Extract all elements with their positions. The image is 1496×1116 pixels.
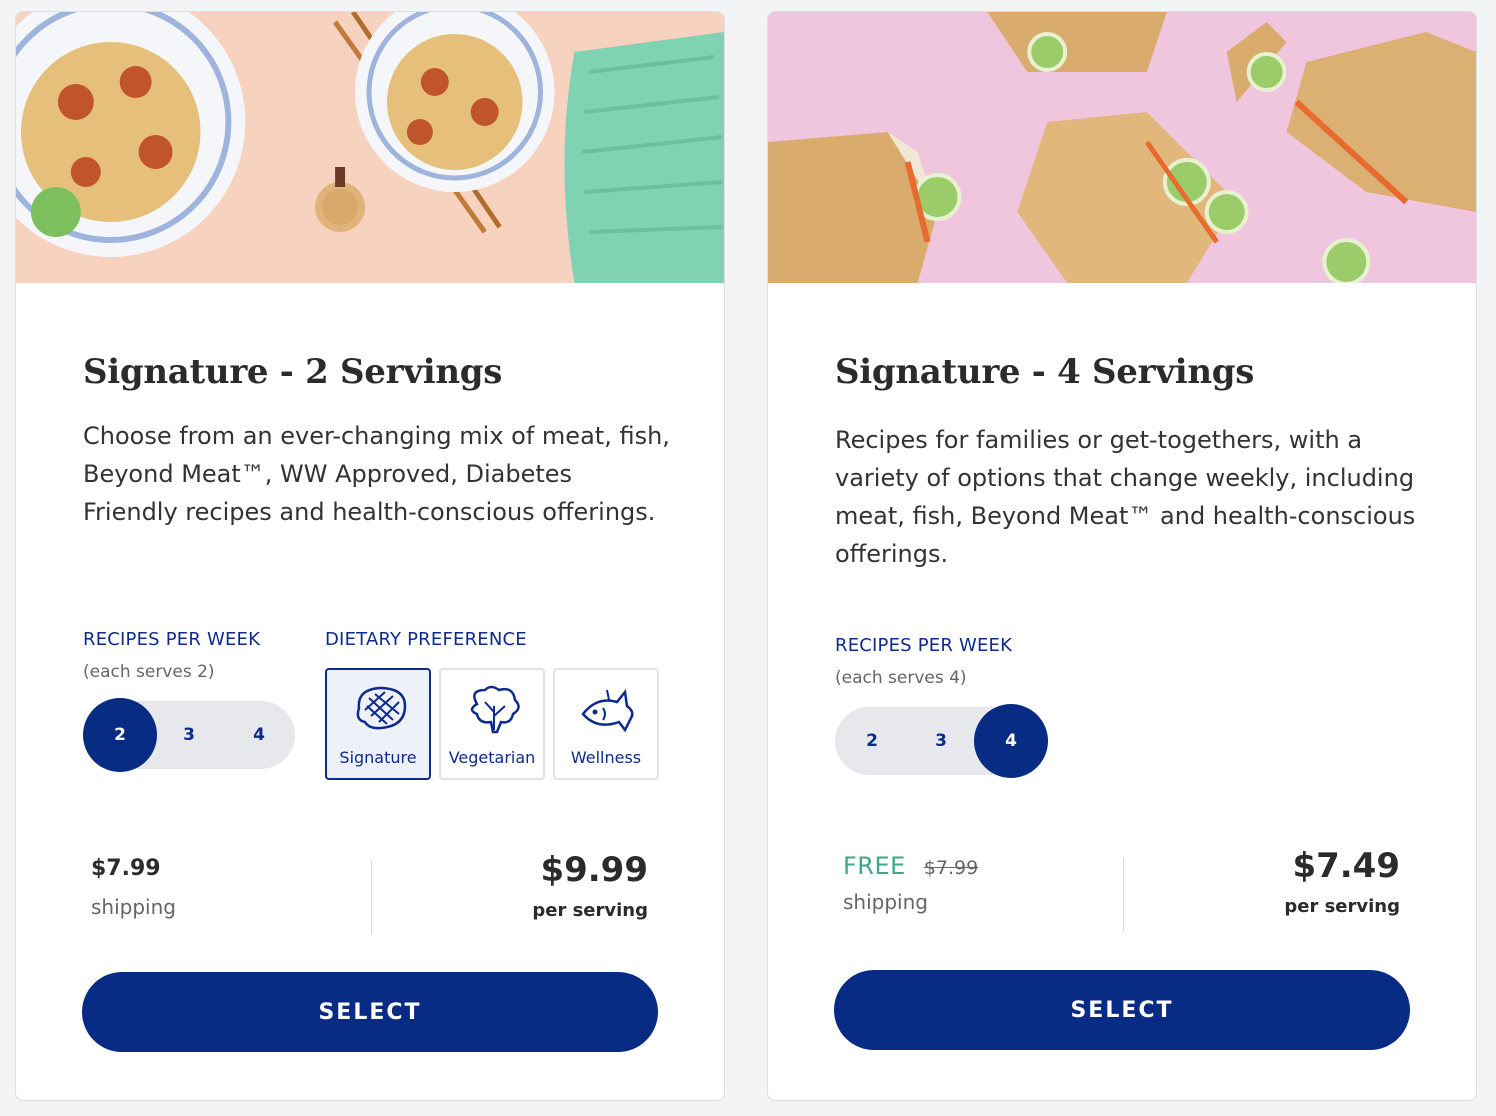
serving-price: $9.99 [540, 850, 648, 890]
price-divider [1123, 858, 1124, 932]
steak-icon [356, 686, 407, 730]
recipes-option-2[interactable]: 2 [835, 704, 909, 778]
shipping-info: $7.99 shipping [91, 856, 176, 919]
recipes-per-week-label: RECIPES PER WEEK [835, 635, 1013, 656]
shipping-price: $7.99 [91, 856, 161, 881]
dietary-option-label: Wellness [570, 748, 642, 767]
plan-hero-image [16, 12, 724, 283]
dietary-option-vegetarian[interactable]: Vegetarian [439, 668, 545, 780]
dietary-option-wellness[interactable]: Wellness [553, 668, 659, 780]
serving-price-info: $7.49 per serving [1284, 846, 1400, 917]
plan-card-4-servings: Signature - 4 Servings Recipes for famil… [767, 11, 1477, 1101]
recipes-per-week-toggle: 2 3 4 [83, 698, 296, 772]
recipes-option-4[interactable]: 4 [222, 698, 296, 772]
free-shipping-badge: FREE [843, 852, 906, 880]
shipping-info: FREE $7.99 shipping [843, 852, 978, 914]
dietary-preference-label: DIETARY PREFERENCE [325, 629, 527, 650]
price-unit: per serving [1284, 896, 1400, 917]
serves-note: (each serves 2) [83, 662, 215, 682]
plan-title: Signature - 4 Servings [835, 352, 1255, 392]
recipes-per-week-label: RECIPES PER WEEK [83, 629, 261, 650]
serves-note: (each serves 4) [835, 668, 967, 688]
plan-title: Signature - 2 Servings [83, 352, 503, 392]
plan-description: Choose from an ever-changing mix of meat… [83, 422, 670, 526]
original-shipping-price: $7.99 [923, 857, 979, 879]
shipping-label: shipping [843, 890, 928, 914]
recipes-option-2[interactable]: 2 [83, 698, 157, 772]
recipes-option-3[interactable]: 3 [904, 704, 978, 778]
fish-icon [581, 688, 634, 733]
recipes-per-week-toggle: 2 3 4 [835, 704, 1048, 778]
shipping-label: shipping [91, 895, 176, 919]
plan-hero-image [768, 12, 1476, 283]
select-button[interactable]: SELECT [834, 970, 1410, 1050]
serving-price: $7.49 [1292, 846, 1400, 886]
leafy-greens-icon [470, 685, 520, 734]
select-button[interactable]: SELECT [82, 972, 658, 1052]
price-unit: per serving [532, 900, 648, 921]
plan-card-2-servings: Signature - 2 Servings Choose from an ev… [15, 11, 725, 1101]
recipes-option-4[interactable]: 4 [974, 704, 1048, 778]
serving-price-info: $9.99 per serving [532, 850, 648, 921]
recipes-option-3[interactable]: 3 [152, 698, 226, 772]
dietary-option-signature[interactable]: Signature [325, 668, 431, 780]
price-divider [371, 860, 372, 934]
dietary-option-label: Signature [339, 748, 417, 767]
dietary-option-label: Vegetarian [448, 748, 536, 767]
plan-description: Recipes for families or get-togethers, w… [835, 426, 1416, 568]
